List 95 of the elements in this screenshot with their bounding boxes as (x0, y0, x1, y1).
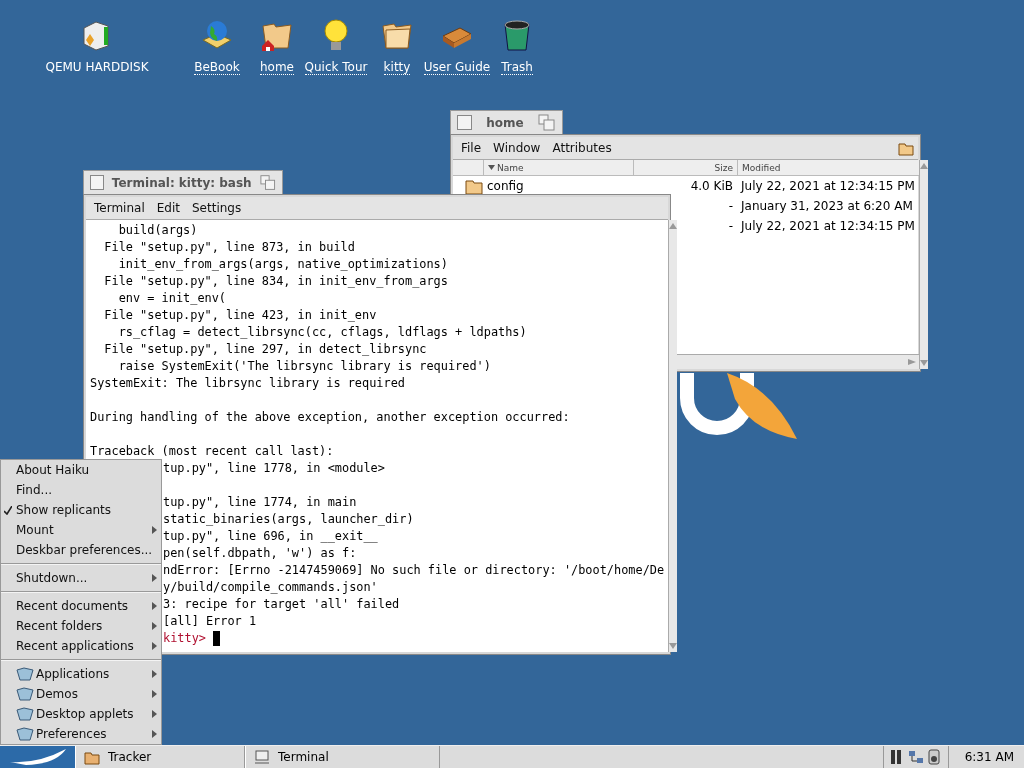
terminal-line: File "setup.py", line 423, in init_env (103, 307, 377, 324)
taskbar-button[interactable]: Terminal (245, 746, 440, 768)
menu-item[interactable]: Window (489, 141, 545, 155)
menu-item[interactable]: Attributes (548, 141, 616, 155)
vertical-scrollbar[interactable] (668, 220, 678, 652)
submenu-arrow-icon (152, 690, 157, 698)
desktop-icon-label[interactable]: home (260, 60, 294, 75)
terminal-line: ndError: [Errno -2147459069] No such file or directory: '/boot/home/De (163, 562, 665, 579)
terminal-line: y/build/compile_commands.json' (163, 579, 378, 596)
submenu-arrow-icon (152, 602, 157, 610)
folder-icon (16, 667, 34, 681)
submenu-arrow-icon (152, 622, 157, 630)
file-size: 4.0 KiB (689, 179, 734, 193)
taskbar-button[interactable]: Tracker (75, 746, 245, 768)
menu-item[interactable]: Edit (152, 201, 184, 215)
menu-item[interactable]: Find... (1, 480, 161, 500)
desktop-icon-label[interactable]: Quick Tour (304, 60, 368, 75)
terminal-line: 3: recipe for target 'all' failed (163, 596, 400, 613)
menu-item[interactable]: Desktop applets (1, 704, 161, 724)
menu-item[interactable]: Recent folders (1, 616, 161, 636)
desktop-icon-label[interactable]: User Guide (423, 60, 491, 75)
terminal-line: raise SystemExit('The librsync library is required') (117, 358, 491, 375)
close-button[interactable] (90, 175, 104, 190)
menu-item[interactable]: Deskbar preferences... (1, 540, 161, 560)
terminal-line: static_binaries(args, launcher_dir) (163, 511, 414, 528)
menu-item[interactable]: About Haiku (1, 460, 161, 480)
terminal-line: File "setup.py", line 834, in init_env_from_args (103, 273, 448, 290)
submenu-arrow-icon (152, 710, 157, 718)
terminal-line: init_env_from_args(args, native_optimizations) (117, 256, 448, 273)
menu-item[interactable]: Recent documents (1, 596, 161, 616)
menu-item[interactable]: Terminal (90, 201, 149, 215)
menu-item[interactable]: Applications (1, 664, 161, 684)
sort-arrow-icon (488, 165, 495, 170)
terminal-icon (254, 749, 270, 765)
terminal-line: pen(self.dbpath, 'w') as f: (163, 545, 357, 562)
folder-icon (16, 707, 34, 721)
terminal-line: tup.py", line 1778, in <module> (163, 460, 385, 477)
column-header[interactable]: Size (633, 160, 737, 175)
terminal-line: File "setup.py", line 297, in detect_librsync (103, 341, 427, 358)
menu-item[interactable]: Show replicants (1, 500, 161, 520)
folder-icon[interactable] (898, 140, 914, 156)
zoom-button[interactable] (538, 113, 556, 132)
desktop-icon-label[interactable]: BeBook (194, 60, 240, 75)
menu-item[interactable]: Shutdown... (1, 568, 161, 588)
folder-icon (16, 727, 34, 741)
text-cursor (212, 631, 220, 646)
file-modified: January 31, 2023 at 6:20 AM (739, 199, 914, 213)
close-button[interactable] (457, 115, 472, 130)
column-header[interactable]: Name (483, 160, 633, 175)
terminal-line: File "setup.py", line 873, in build (103, 239, 355, 256)
folder-icon (84, 749, 100, 765)
terminal-line: SystemExit: The librsync library is required (90, 375, 405, 392)
deskbar-menu-button[interactable] (0, 746, 75, 768)
file-size: - (727, 199, 734, 213)
terminal-line: [all] Error 1 (163, 613, 257, 630)
file-name[interactable]: config (483, 179, 633, 193)
menu-item[interactable]: Preferences (1, 724, 161, 744)
window-title: home (485, 115, 525, 130)
menu-item[interactable]: Mount (1, 520, 161, 540)
scroll-up-icon[interactable] (919, 163, 928, 169)
desktop-icon-label[interactable]: Trash (501, 60, 533, 75)
menu-item[interactable]: Settings (187, 201, 246, 215)
column-header[interactable]: Modified (737, 160, 919, 175)
zoom-button[interactable] (259, 173, 276, 192)
submenu-arrow-icon (152, 670, 157, 678)
desktop-icon-label[interactable]: kitty (383, 60, 411, 75)
terminal-line: build(args) (117, 222, 198, 239)
terminal-line: tup.py", line 1774, in main (163, 494, 357, 511)
folder-icon (16, 687, 34, 701)
speaker-icon[interactable] (925, 749, 942, 765)
terminal-line: tup.py", line 696, in __exit__ (163, 528, 378, 545)
terminal-line: rs_cflag = detect_librsync(cc, cflags, ldflags + ldpaths) (117, 324, 527, 341)
horizontal-scrollbar[interactable] (677, 354, 919, 369)
desktop-icon-label[interactable]: QEMU HARDDISK (45, 60, 149, 75)
terminal-line: env = init_env( (117, 290, 227, 307)
file-modified: July 22, 2021 at 12:34:15 PM (739, 179, 916, 193)
scroll-right-icon[interactable] (907, 359, 916, 365)
scroll-down-icon[interactable] (919, 360, 928, 366)
vertical-scrollbar[interactable] (918, 160, 928, 369)
menu-item[interactable]: Demos (1, 684, 161, 704)
submenu-arrow-icon (152, 642, 157, 650)
window-title: Terminal: kitty: bash (111, 175, 252, 190)
terminal-prompt: kitty> (163, 630, 206, 647)
menu-item[interactable]: File (457, 141, 486, 155)
clock[interactable]: 6:31 AM (947, 746, 1024, 768)
file-size: - (727, 219, 734, 233)
menu-item[interactable]: Recent applications (1, 636, 161, 656)
scroll-down-icon[interactable] (669, 643, 678, 649)
scroll-up-icon[interactable] (669, 223, 678, 229)
submenu-arrow-icon (152, 574, 157, 582)
submenu-arrow-icon (152, 730, 157, 738)
submenu-arrow-icon (152, 526, 157, 534)
file-modified: July 22, 2021 at 12:34:15 PM (739, 219, 916, 233)
terminal-line: Traceback (most recent call last): (90, 443, 334, 460)
terminal-line: During handling of the above exception, another exception occurred: (90, 409, 570, 426)
